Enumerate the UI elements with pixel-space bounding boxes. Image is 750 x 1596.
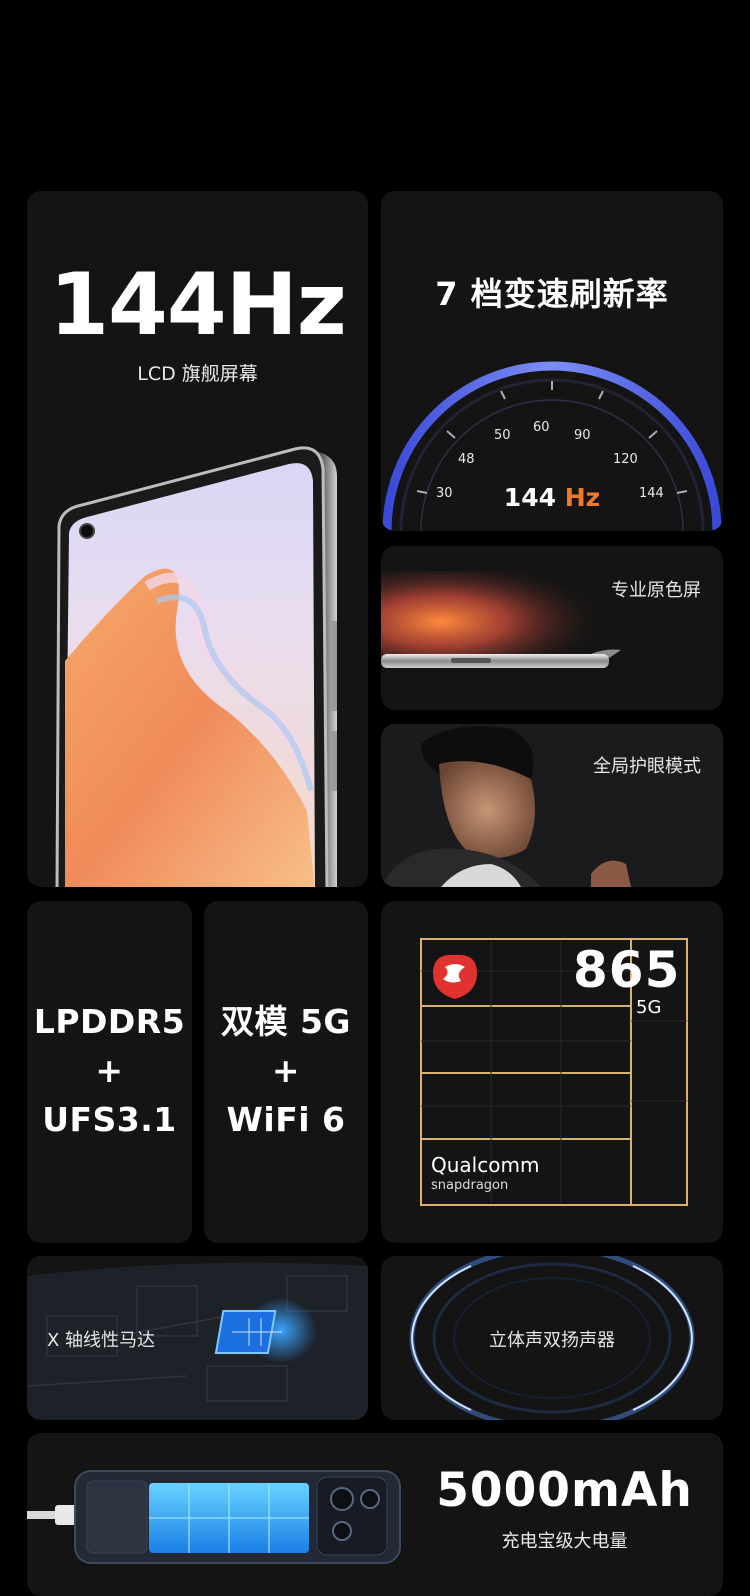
gauge-readout-unit: Hz xyxy=(564,483,601,512)
chip-model: 865 xyxy=(573,941,681,999)
motor-label: X 轴线性马达 xyxy=(47,1330,156,1351)
gauge-tick-48: 48 xyxy=(458,452,475,467)
eye-care-card: 全局护眼模式 xyxy=(381,724,723,887)
network-plus: + xyxy=(271,1051,301,1090)
network-line1: 双模 5G xyxy=(220,1002,352,1041)
battery-card: 5000mAh 充电宝级大电量 xyxy=(27,1433,723,1596)
chip-suffix: 5G xyxy=(636,997,662,1018)
speaker-card: 立体声双扬声器 xyxy=(381,1256,723,1420)
color-screen-label: 专业原色屏 xyxy=(611,580,701,601)
battery-capacity: 5000mAh xyxy=(436,1463,693,1518)
chip-card: 865 5G Qualcomm snapdragon xyxy=(381,901,723,1243)
snapdragon-brand: snapdragon xyxy=(431,1178,509,1193)
gauge-readout: 144 Hz xyxy=(381,483,723,512)
phone-side-image xyxy=(381,571,621,668)
network-line2: WiFi 6 xyxy=(226,1100,346,1139)
battery-phone-image xyxy=(27,1470,401,1564)
person-using-phone-image xyxy=(381,724,723,887)
phone-front-image xyxy=(55,446,337,887)
network-spec: 双模 5G + WiFi 6 xyxy=(204,997,368,1144)
motor-card: X 轴线性马达 xyxy=(27,1256,368,1420)
refresh-gauge: 30 48 50 60 90 120 144 xyxy=(382,361,722,531)
color-screen-card: 专业原色屏 xyxy=(381,546,723,710)
display-card: 144Hz LCD 旗舰屏幕 xyxy=(27,191,368,887)
memory-spec: LPDDR5 + UFS3.1 xyxy=(27,997,192,1144)
variable-refresh-card: 7 档变速刷新率 30 48 50 60 90 120 144 144 Hz xyxy=(381,191,723,531)
battery-subtitle: 充电宝级大电量 xyxy=(501,1531,628,1552)
memory-line1: LPDDR5 xyxy=(33,1002,186,1041)
gauge-tick-60: 60 xyxy=(533,420,550,435)
memory-card: LPDDR5 + UFS3.1 xyxy=(27,901,192,1243)
qualcomm-brand: Qualcomm xyxy=(431,1153,540,1177)
speaker-label: 立体声双扬声器 xyxy=(489,1330,615,1351)
eye-care-label: 全局护眼模式 xyxy=(593,756,701,777)
memory-plus: + xyxy=(95,1051,124,1090)
gauge-tick-50: 50 xyxy=(494,428,511,443)
gauge-tick-90: 90 xyxy=(574,428,591,443)
gauge-readout-value: 144 xyxy=(503,483,556,512)
gauge-tick-120: 120 xyxy=(613,452,638,467)
network-card: 双模 5G + WiFi 6 xyxy=(204,901,368,1243)
memory-line2: UFS3.1 xyxy=(42,1100,177,1139)
